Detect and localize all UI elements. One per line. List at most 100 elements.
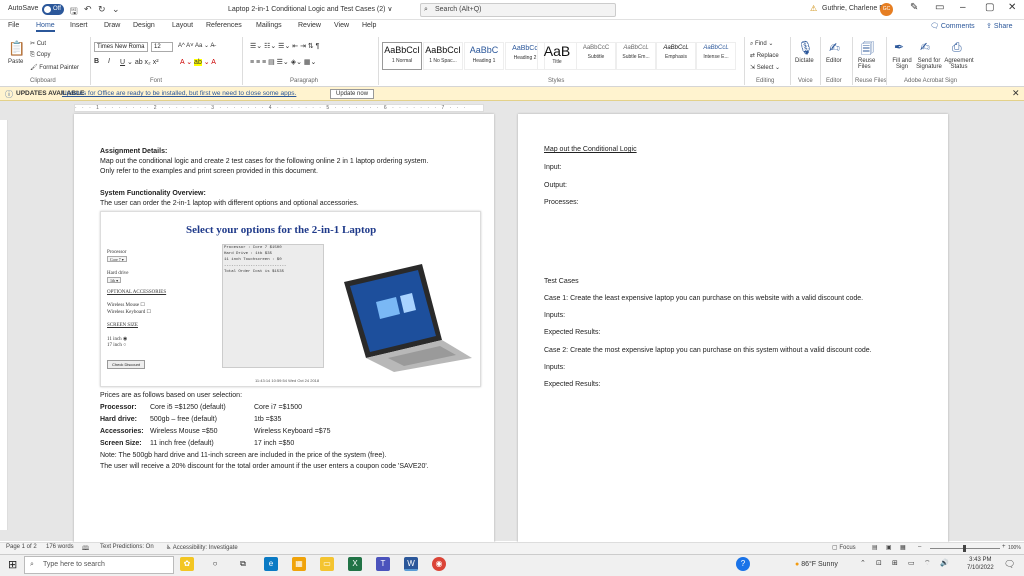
paste-button[interactable]: Paste: [8, 59, 23, 65]
weather-widget[interactable]: ● 86°F Sunny: [795, 561, 838, 568]
style-subtle-emphasis[interactable]: AaBbCcL Subtle Em...: [616, 42, 656, 70]
tray-network-icon[interactable]: ⊞: [892, 559, 898, 567]
focus-button[interactable]: ▢ Focus: [832, 544, 856, 551]
zoom-in-icon[interactable]: +: [1002, 544, 1006, 550]
copy-button[interactable]: ⎘ Copy: [30, 52, 50, 59]
autosave-toggle[interactable]: Off: [42, 4, 64, 15]
page-count[interactable]: Page 1 of 2: [6, 544, 37, 550]
find-button[interactable]: ⌕ Find ⌄: [750, 40, 773, 48]
notifications-icon[interactable]: 🗨: [1004, 559, 1015, 570]
edge-icon[interactable]: e: [264, 557, 278, 571]
agreement-status-button[interactable]: Agreement Status: [944, 58, 974, 70]
cortana-icon[interactable]: ○: [208, 557, 222, 571]
align-icon[interactable]: ≡ ≡ ≡ ▤ ☰⌄ ◈⌄ ▦⌄: [250, 58, 316, 66]
zoom-level[interactable]: 100%: [1008, 545, 1021, 551]
vertical-ruler[interactable]: [0, 120, 8, 530]
font-size-select[interactable]: 12: [151, 42, 173, 52]
select-button[interactable]: ⇲ Select ⌄: [750, 64, 780, 71]
underline-icon[interactable]: U ⌄ ab x₂ x²: [120, 58, 159, 66]
tray-app-icon[interactable]: ⊡: [876, 559, 882, 567]
word-icon[interactable]: W: [404, 557, 418, 571]
tab-layout[interactable]: Layout: [172, 22, 193, 29]
web-layout-icon[interactable]: ▦: [900, 544, 906, 551]
print-layout-icon[interactable]: ▣: [886, 544, 892, 551]
redo-icon[interactable]: ↻: [98, 4, 106, 15]
customize-toolbar-icon[interactable]: ⌄: [112, 4, 120, 15]
bold-icon[interactable]: B: [94, 58, 99, 65]
replace-button[interactable]: ⇄ Replace: [750, 52, 779, 59]
style-emphasis[interactable]: AaBbCcL Emphasis: [656, 42, 696, 70]
tab-references[interactable]: References: [206, 22, 242, 29]
tab-review[interactable]: Review: [298, 22, 321, 29]
bullets-icon[interactable]: ☰⌄ ☷⌄ ☰⌄ ⇤ ⇥ ⇅ ¶: [250, 42, 319, 50]
undo-icon[interactable]: ↶: [84, 4, 92, 15]
tab-file[interactable]: File: [8, 22, 19, 29]
accessibility-status[interactable]: ♿ Accessibility: Investigate: [166, 544, 238, 551]
tab-draw[interactable]: Draw: [104, 22, 120, 29]
search-input[interactable]: ⌕ Search (Alt+Q): [420, 3, 616, 17]
share-button[interactable]: ⇪ Share: [986, 22, 1013, 30]
microphone-icon[interactable]: 🎙: [797, 40, 814, 56]
chrome-icon[interactable]: ◉: [432, 557, 446, 571]
tab-mailings[interactable]: Mailings: [256, 22, 282, 29]
read-mode-icon[interactable]: ▤: [872, 544, 878, 551]
proofing-icon[interactable]: 🕮: [82, 544, 89, 554]
tab-home[interactable]: Home: [36, 22, 55, 32]
word-count[interactable]: 176 words: [46, 544, 74, 550]
tray-chevron-icon[interactable]: ⌃: [860, 559, 866, 567]
zoom-slider-thumb[interactable]: [963, 545, 966, 552]
maximize-icon[interactable]: ▢: [985, 2, 994, 13]
volume-icon[interactable]: 🔊: [940, 559, 949, 567]
style-intense-emphasis[interactable]: AaBbCcL Intense E...: [696, 42, 736, 70]
italic-icon[interactable]: I: [108, 58, 110, 65]
user-name[interactable]: Guthrie, Charlene R: [822, 5, 884, 12]
update-message-link[interactable]: Updates for Office are ready to be insta…: [62, 90, 296, 97]
clock[interactable]: 3:43 PM 7/10/2022: [967, 556, 994, 572]
file-explorer-icon[interactable]: ▭: [320, 557, 334, 571]
tray-display-icon[interactable]: ▭: [908, 559, 915, 567]
ribbon-display-icon[interactable]: ▭: [935, 2, 944, 13]
fill-sign-icon[interactable]: ✒: [894, 40, 904, 54]
dictate-button[interactable]: Dictate: [795, 58, 814, 64]
style-no-spacing[interactable]: AaBbCcI 1 No Spac...: [423, 42, 463, 70]
save-icon[interactable]: 🖫: [70, 4, 78, 20]
font-color-icon[interactable]: A ⌄ ab ⌄ A: [180, 58, 216, 66]
editor-button[interactable]: Editor: [826, 58, 842, 64]
avatar[interactable]: GC: [880, 3, 893, 16]
document-title[interactable]: Laptop 2-in-1 Conditional Logic and Test…: [228, 5, 393, 13]
comments-button[interactable]: 🗨 Comments: [930, 22, 975, 30]
tab-design[interactable]: Design: [133, 22, 155, 29]
font-name-select[interactable]: Times New Roma: [94, 42, 148, 52]
horizontal-ruler[interactable]: · · · 1 · · · · · · · 2 · · · · · · · 3 …: [74, 104, 484, 112]
pen-icon[interactable]: ✎: [910, 2, 918, 13]
cut-button[interactable]: ✂ Cut: [30, 40, 46, 47]
close-icon[interactable]: ✕: [1008, 2, 1016, 13]
text-predictions[interactable]: Text Predictions: On: [100, 544, 154, 550]
style-heading1[interactable]: AaBbC Heading 1: [464, 42, 504, 70]
tab-help[interactable]: Help: [362, 22, 376, 29]
grow-font-icon[interactable]: A^ A˅ Aa ⌄ A̶: [178, 42, 214, 49]
minimize-icon[interactable]: –: [960, 2, 966, 13]
style-title[interactable]: AaB Title: [537, 42, 577, 70]
help-icon[interactable]: ?: [736, 557, 750, 571]
wifi-icon[interactable]: ⌔: [924, 559, 931, 568]
excel-icon[interactable]: X: [348, 557, 362, 571]
windows-start-icon[interactable]: ⊞: [8, 558, 17, 571]
paste-icon[interactable]: 📋: [8, 40, 25, 57]
send-signature-button[interactable]: Send for Signature: [914, 58, 944, 70]
tab-insert[interactable]: Insert: [70, 22, 88, 29]
reuse-files-button[interactable]: Reuse Files: [858, 58, 882, 70]
store-icon[interactable]: ▦: [292, 557, 306, 571]
task-view-icon[interactable]: ⧉: [236, 557, 250, 571]
tab-view[interactable]: View: [334, 22, 349, 29]
style-normal[interactable]: AaBbCcI 1 Normal: [382, 42, 422, 70]
style-subtitle[interactable]: AaBbCcC Subtitle: [576, 42, 616, 70]
signature-icon[interactable]: ✍: [920, 40, 930, 54]
taskbar-search-input[interactable]: ⌕ Type here to search: [24, 556, 174, 574]
close-icon[interactable]: ✕: [1012, 88, 1020, 99]
format-painter-button[interactable]: 🖌 Format Painter: [30, 64, 79, 71]
editor-icon[interactable]: ✍: [829, 40, 840, 56]
zoom-out-icon[interactable]: –: [918, 544, 921, 550]
teams-icon[interactable]: T: [376, 557, 390, 571]
fill-sign-button[interactable]: Fill and Sign: [890, 58, 914, 70]
